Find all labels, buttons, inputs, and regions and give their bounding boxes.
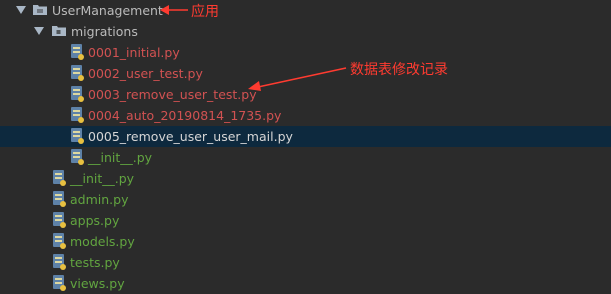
python-file-icon <box>53 233 66 249</box>
file-label: admin.py <box>70 192 129 207</box>
tree-file-row[interactable]: views.py <box>0 273 611 294</box>
project-tree: UserManagement migrations 0001_initial.p… <box>0 0 611 294</box>
expand-arrow-icon[interactable] <box>16 6 26 14</box>
file-label: 0003_remove_user_test.py <box>88 87 257 102</box>
tree-node-label: migrations <box>71 24 138 39</box>
python-file-icon <box>71 149 84 165</box>
file-label: 0005_remove_user_user_mail.py <box>88 129 293 144</box>
expand-arrow-icon[interactable] <box>34 27 44 35</box>
file-label: 0001_initial.py <box>88 45 180 60</box>
python-file-icon <box>53 170 66 186</box>
python-file-icon <box>53 275 66 291</box>
tree-file-row[interactable]: models.py <box>0 231 611 252</box>
tree-node-label: UserManagement <box>52 3 163 18</box>
file-label: 0002_user_test.py <box>88 66 203 81</box>
tree-file-row[interactable]: __init__.py <box>0 168 611 189</box>
python-file-icon <box>53 191 66 207</box>
python-file-icon <box>71 65 84 81</box>
python-file-icon <box>53 254 66 270</box>
tree-file-row[interactable]: 0001_initial.py <box>0 42 611 63</box>
annotation-migration-note: 数据表修改记录 <box>350 62 448 78</box>
python-file-icon <box>71 44 84 60</box>
file-label: models.py <box>70 234 135 249</box>
package-folder-icon <box>52 26 66 36</box>
tree-node-usermanagement[interactable]: UserManagement <box>0 0 611 21</box>
file-label: 0004_auto_20190814_1735.py <box>88 108 282 123</box>
tree-file-row[interactable]: admin.py <box>0 189 611 210</box>
python-file-icon <box>53 212 66 228</box>
python-file-icon <box>71 128 84 144</box>
tree-file-row[interactable]: apps.py <box>0 210 611 231</box>
file-label: views.py <box>70 276 125 291</box>
tree-file-row[interactable]: __init__.py <box>0 147 611 168</box>
annotation-arrow-icon <box>160 5 188 15</box>
tree-node-migrations[interactable]: migrations <box>0 21 611 42</box>
file-label: __init__.py <box>70 171 135 186</box>
file-label: __init__.py <box>88 150 153 165</box>
tree-file-row[interactable]: 0004_auto_20190814_1735.py <box>0 105 611 126</box>
folder-icon <box>33 5 47 15</box>
annotation-app-note: 应用 <box>191 4 219 20</box>
python-file-icon <box>71 86 84 102</box>
file-label: apps.py <box>70 213 120 228</box>
annotation-arrow-icon <box>248 67 347 91</box>
python-file-icon <box>71 107 84 123</box>
tree-file-row-selected[interactable]: 0005_remove_user_user_mail.py <box>0 126 611 147</box>
file-label: tests.py <box>70 255 120 270</box>
tree-file-row[interactable]: tests.py <box>0 252 611 273</box>
